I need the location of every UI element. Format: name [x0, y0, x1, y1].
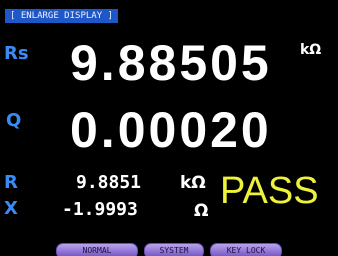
- q-label: Q: [6, 110, 22, 131]
- pass-judgment: PASS: [220, 170, 319, 212]
- screen-title: [ ENLARGE DISPLAY ]: [5, 9, 118, 23]
- x-label: X: [4, 198, 18, 219]
- r-unit: kΩ: [180, 173, 206, 193]
- rs-value: 9.88505: [70, 35, 272, 91]
- q-value: 0.00020: [70, 102, 272, 158]
- x-unit: Ω: [194, 201, 209, 221]
- key-lock-button[interactable]: KEY LOCK: [210, 243, 282, 256]
- x-value: -1.9993: [62, 199, 138, 220]
- softkey-bar: NORMAL SYSTEM KEY LOCK: [56, 243, 282, 256]
- rs-label: Rs: [4, 43, 29, 64]
- normal-button[interactable]: NORMAL: [56, 243, 138, 256]
- r-value: 9.8851: [76, 172, 142, 193]
- rs-unit: kΩ: [300, 42, 322, 58]
- system-button[interactable]: SYSTEM: [144, 243, 204, 256]
- enlarge-display-screen: [ ENLARGE DISPLAY ] Rs 9.88505 kΩ Q 0.00…: [0, 0, 338, 256]
- r-label: R: [4, 172, 18, 193]
